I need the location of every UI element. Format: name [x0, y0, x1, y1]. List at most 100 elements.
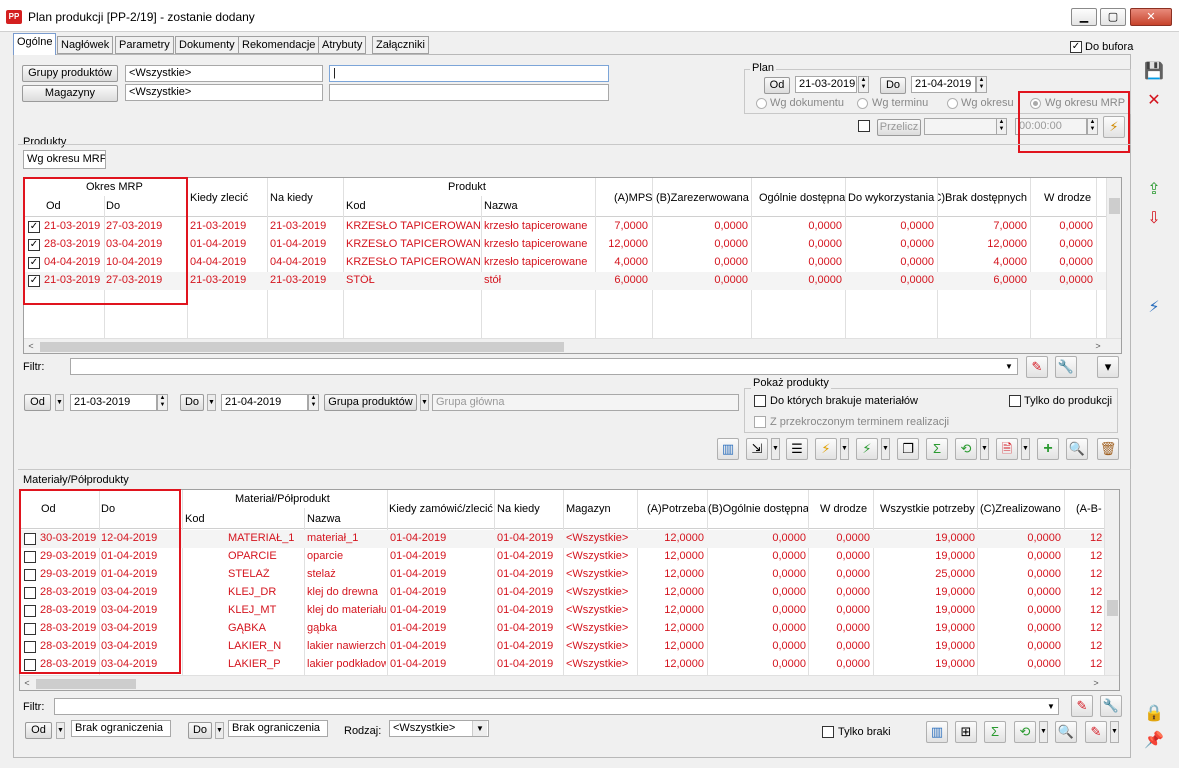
lock-icon[interactable]: 🔒 — [1143, 703, 1165, 725]
plan-od-button[interactable]: Od — [764, 77, 790, 94]
header-do-wykorzystania[interactable]: Do wykorzystania — [848, 192, 936, 204]
mat-header-w-drodze[interactable]: W drodze — [820, 503, 867, 515]
mat-search-icon[interactable]: 🔍 — [1055, 721, 1077, 743]
table-row[interactable]: 29-03-2019 01-04-2019 STELAŻ stelaż 01-04-20… — [20, 566, 1104, 584]
trash-icon[interactable]: 🗑 — [1097, 438, 1119, 460]
chart-icon[interactable]: ▥ — [717, 438, 739, 460]
produkty-od-spinner[interactable]: ▲ ▼ — [157, 394, 168, 411]
mat-refresh-dropdown[interactable]: ▼ — [1039, 721, 1048, 743]
tab-ogolne[interactable]: Ogólne — [13, 33, 57, 55]
table-row[interactable]: 29-03-2019 01-04-2019 OPARCIE oparcie 01-04-… — [20, 548, 1104, 566]
generate-dropdown[interactable]: ▼ — [840, 438, 849, 460]
grupy-produktow-button[interactable]: Grupy produktów — [22, 65, 118, 82]
mat-header-abc[interactable]: (A-B- — [1076, 503, 1102, 515]
przelicz-checkbox[interactable] — [858, 120, 870, 132]
header-mps[interactable]: (A)MPS — [614, 192, 653, 204]
mat-header-magazyn[interactable]: Magazyn — [566, 503, 611, 515]
mat-structure-icon[interactable]: ⊞ — [955, 721, 977, 743]
mat-header-zrealizowano[interactable]: (C)Zrealizowano — [980, 503, 1061, 515]
tab-atrybuty[interactable]: Atrybuty — [318, 36, 367, 54]
materialy-od-dropdown[interactable]: ▼ — [56, 722, 65, 739]
produkty-od-date[interactable]: 21-03-2019 — [70, 394, 157, 411]
mat-refresh-icon[interactable]: ⟲ — [1014, 721, 1036, 743]
produkty-vscroll-thumb[interactable] — [1109, 198, 1120, 214]
grupy-produktow-field[interactable]: <Wszystkie> — [125, 65, 323, 82]
pin-icon[interactable]: 📌 — [1143, 730, 1165, 752]
materialy-od-button[interactable]: Od — [25, 722, 52, 739]
mat-clear-filter-icon[interactable]: ✎ — [1071, 695, 1093, 717]
copy-icon[interactable]: ❐ — [897, 438, 919, 460]
document-icon[interactable]: 🗎 — [996, 438, 1018, 460]
produkty-do-date[interactable]: 21-04-2019 — [221, 394, 308, 411]
filter-builder-icon[interactable]: 🔧 — [1055, 356, 1077, 378]
clear-filter-icon[interactable]: ✎ — [1026, 356, 1048, 378]
table-row[interactable]: 28-03-2019 03-04-2019 LAKIER_P lakier podkł… — [20, 656, 1104, 674]
do-bufora-checkbox[interactable]: ✓ — [1070, 41, 1082, 53]
minimize-button[interactable]: ▁ — [1071, 8, 1097, 26]
tab-zalaczniki[interactable]: Załączniki — [372, 36, 429, 54]
import-file-icon[interactable]: ⇩ — [1143, 208, 1165, 230]
generate-icon[interactable]: ⚡ — [815, 438, 837, 460]
tab-dokumenty[interactable]: Dokumenty — [175, 36, 239, 54]
mat-header-kiedy-zamowic[interactable]: Kiedy zamówić/zlecić — [389, 503, 495, 515]
produkty-hscroll[interactable]: < > — [24, 338, 1121, 353]
plan-do-spinner[interactable]: ▲ ▼ — [976, 76, 987, 93]
plan-od-date[interactable]: 21-03-2019 — [795, 76, 857, 93]
mat-header-ogolnie-dostepna[interactable]: (B)Ogólnie dostępna — [708, 503, 808, 515]
mat-scroll-right-arrow[interactable]: > — [1089, 678, 1103, 688]
refresh-icon[interactable]: ⟲ — [955, 438, 977, 460]
materialy-vscroll[interactable] — [1104, 490, 1119, 675]
mat-header-potrzeba[interactable]: (A)Potrzeba — [647, 503, 706, 515]
przelicz-button[interactable]: Przelicz — [877, 119, 921, 136]
grupa-produktow-button[interactable]: Grupa produktów — [324, 394, 417, 411]
tylko-braki-checkbox[interactable] — [822, 726, 834, 738]
wg-okresu-mrp-tab[interactable]: Wg okresu MRP — [23, 150, 106, 169]
lightning-green-icon[interactable]: ⚡ — [856, 438, 878, 460]
produkty-do-dropdown[interactable]: ▼ — [207, 394, 216, 411]
mat-header-kod[interactable]: Kod — [185, 513, 205, 525]
cancel-icon[interactable]: ✕ — [1143, 90, 1165, 112]
filter-dropdown-icon[interactable]: ▾ — [1097, 356, 1119, 378]
mat-sum-icon[interactable]: Σ — [984, 721, 1006, 743]
mat-chart-icon[interactable]: ▥ — [926, 721, 948, 743]
header-na-kiedy[interactable]: Na kiedy — [270, 192, 313, 204]
table-row[interactable]: 28-03-2019 03-04-2019 KLEJ_MT klej do mater… — [20, 602, 1104, 620]
plan-od-spinner[interactable]: ▲ ▼ — [858, 76, 869, 93]
list-icon[interactable]: ☰ — [786, 438, 808, 460]
produkty-filtr-input[interactable] — [70, 358, 1018, 375]
produkty-hscroll-thumb[interactable] — [40, 342, 564, 352]
materialy-hscroll-thumb[interactable] — [36, 679, 136, 689]
przelicz-date-field[interactable] — [924, 118, 997, 135]
magazyny-button[interactable]: Magazyny — [22, 85, 118, 102]
przelicz-date-spinner[interactable]: ▲ ▼ — [996, 118, 1007, 135]
tab-naglowek[interactable]: Nagłówek — [57, 36, 114, 54]
tylko-do-produkcji-checkbox[interactable] — [1009, 395, 1021, 407]
materialy-do-field[interactable]: Brak ograniczenia — [228, 720, 328, 737]
lightning-green-dropdown[interactable]: ▼ — [881, 438, 890, 460]
refresh-dropdown[interactable]: ▼ — [980, 438, 989, 460]
tab-rekomendacje[interactable]: Rekomendacje — [238, 36, 320, 54]
search-icon[interactable]: 🔍 — [1066, 438, 1088, 460]
przekroczony-termin-checkbox[interactable] — [754, 416, 766, 428]
magazyny-extra-input[interactable] — [329, 84, 609, 101]
produkty-od-button[interactable]: Od — [24, 394, 51, 411]
radio-wg-terminu[interactable] — [857, 98, 868, 109]
plan-do-button[interactable]: Do — [880, 77, 906, 94]
table-row[interactable]: 30-03-2019 12-04-2019 MATERIAŁ_1 materiał_1… — [20, 530, 1104, 548]
header-zarezerwowana[interactable]: (B)Zarezerwowana — [656, 192, 750, 204]
materialy-filtr-input[interactable] — [54, 698, 1059, 715]
materialy-od-field[interactable]: Brak ograniczenia — [71, 720, 171, 737]
materialy-do-dropdown[interactable]: ▼ — [215, 722, 224, 739]
produkty-od-dropdown[interactable]: ▼ — [55, 394, 64, 411]
produkty-vscroll[interactable] — [1106, 178, 1121, 338]
export-icon[interactable]: ⇪ — [1143, 179, 1165, 201]
radio-wg-okresu[interactable] — [947, 98, 958, 109]
plan-do-date[interactable]: 21-04-2019 — [911, 76, 976, 93]
materialy-vscroll-thumb[interactable] — [1107, 600, 1118, 616]
materialy-do-button[interactable]: Do — [188, 722, 212, 739]
import-icon[interactable]: ⇲ — [746, 438, 768, 460]
grupa-produktow-field[interactable]: Grupa główna — [432, 394, 739, 411]
tab-parametry[interactable]: Parametry — [115, 36, 174, 54]
produkty-do-button[interactable]: Do — [180, 394, 204, 411]
mat-header-nazwa[interactable]: Nazwa — [307, 513, 341, 525]
